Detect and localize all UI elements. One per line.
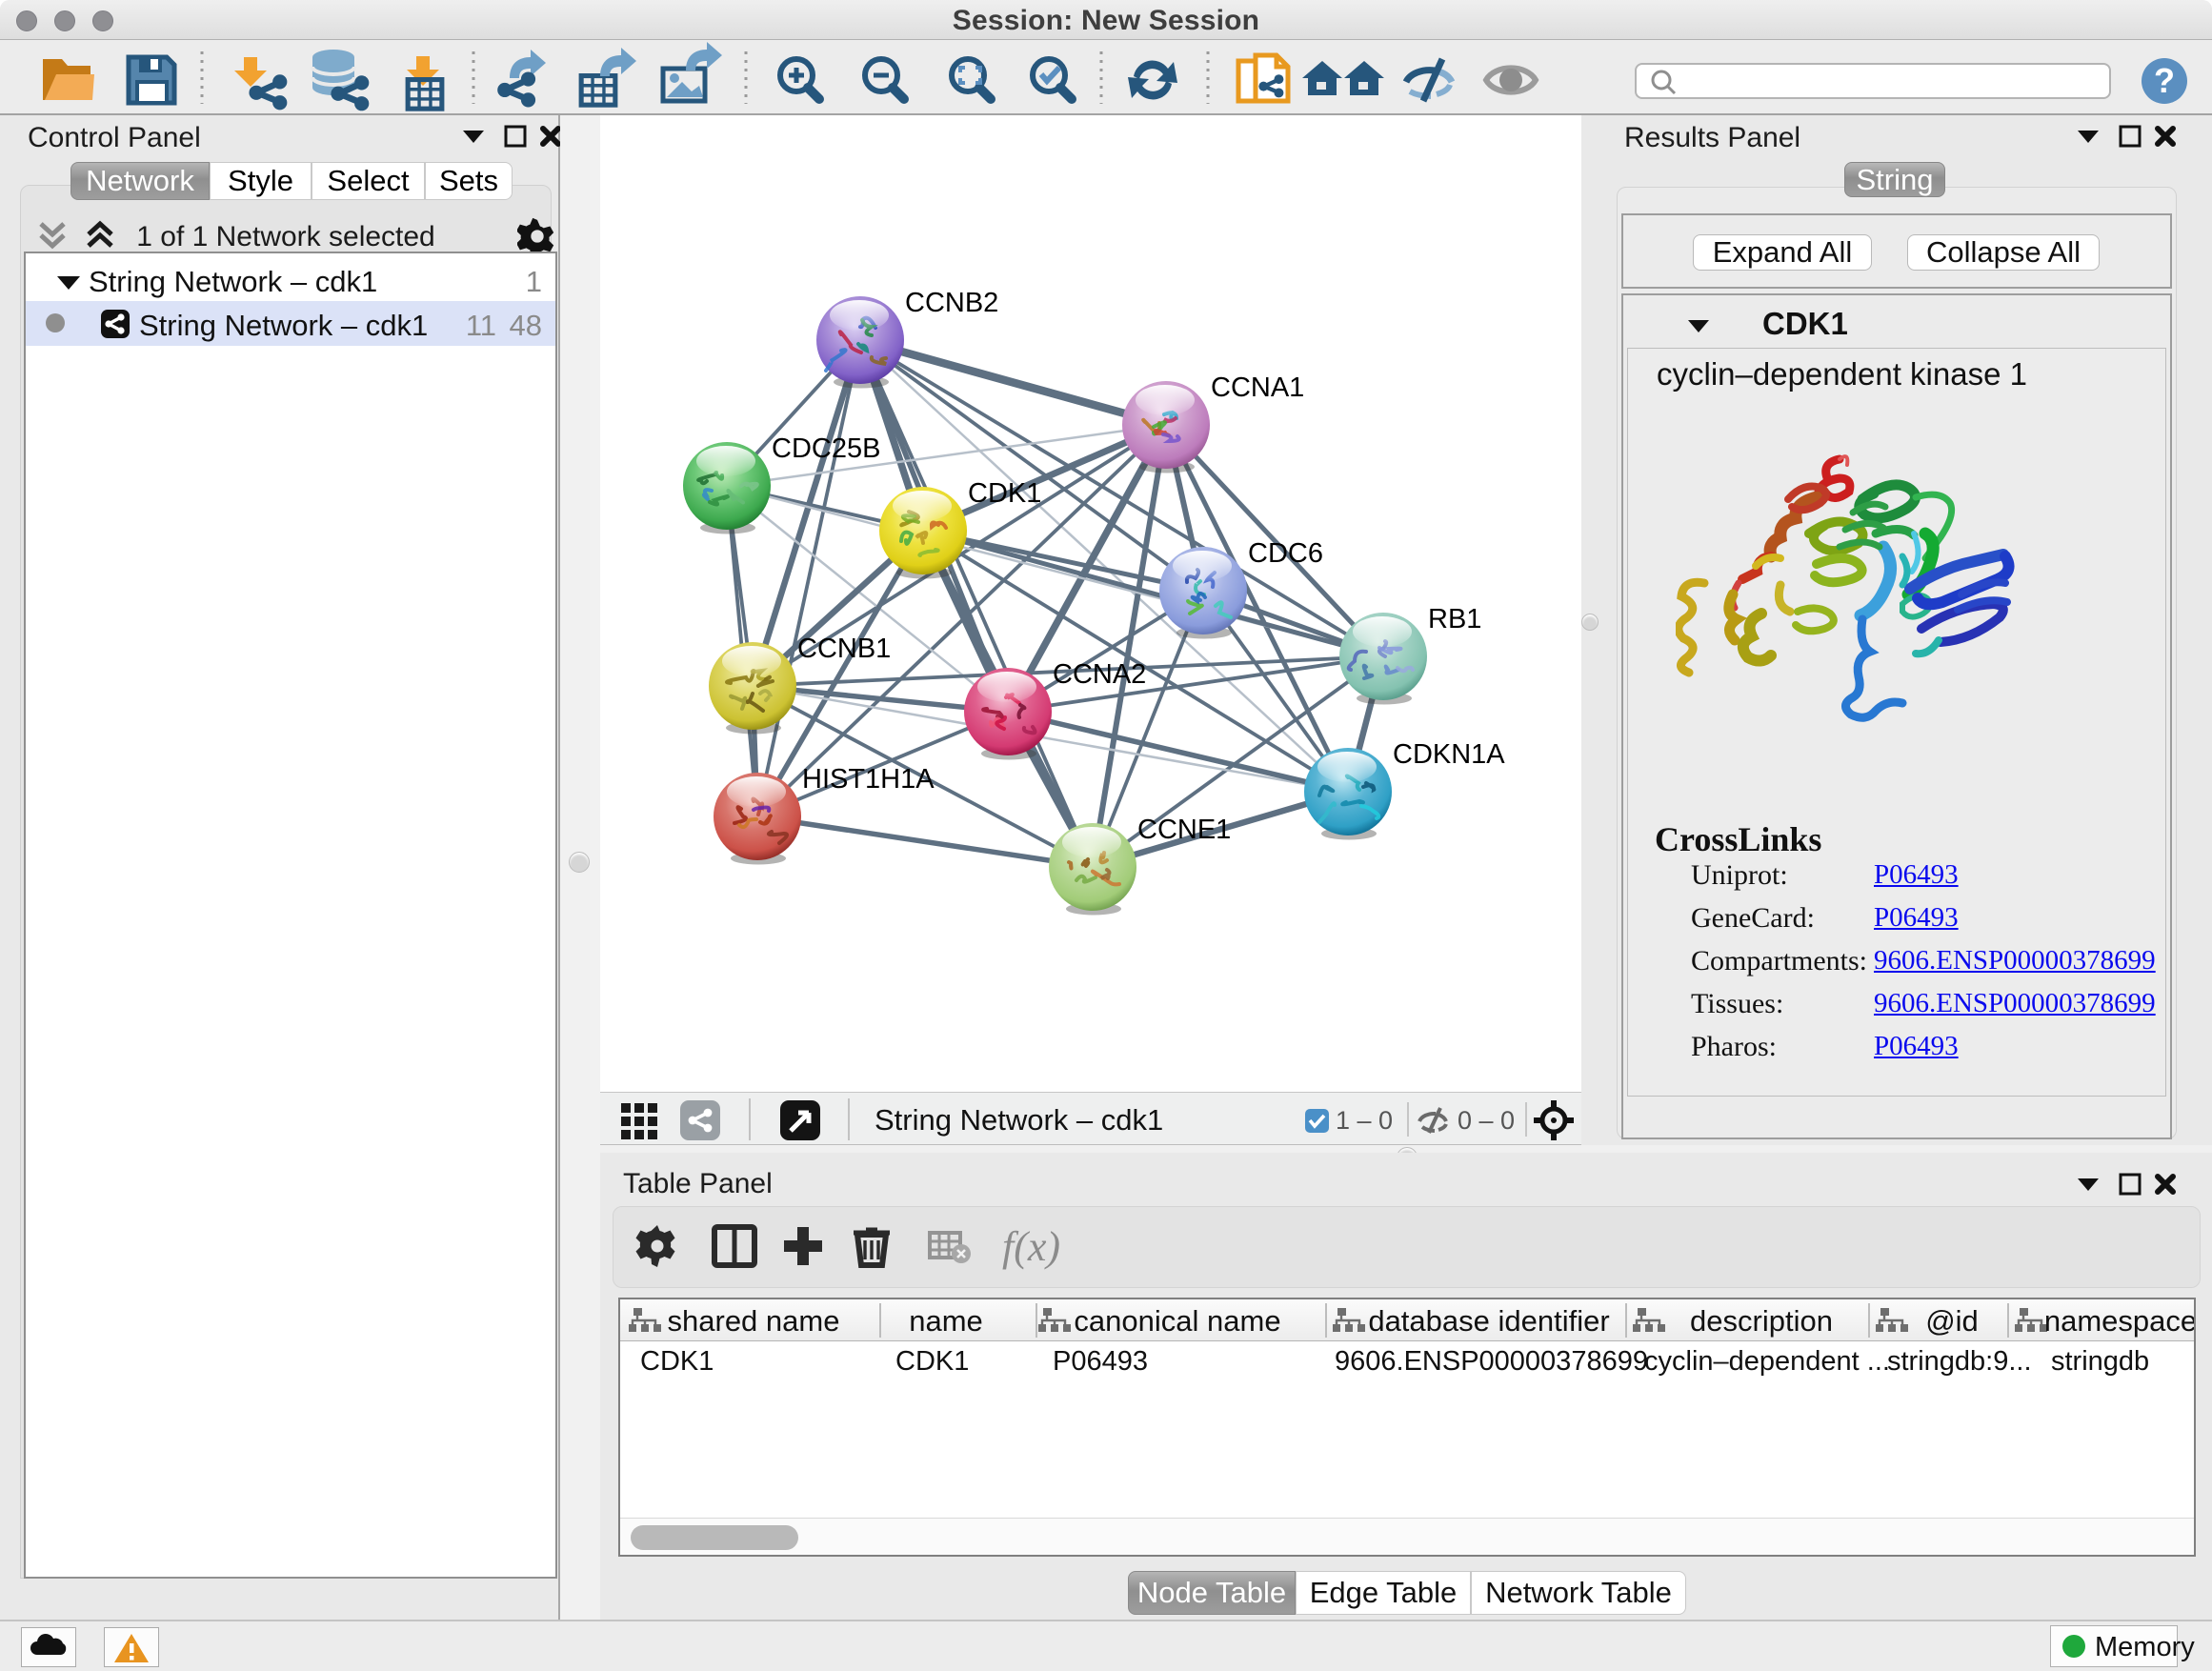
svg-text:CCNE1: CCNE1 — [1137, 815, 1231, 845]
svg-text:String Network – cdk1: String Network – cdk1 — [875, 1103, 1163, 1137]
svg-text:shared name: shared name — [668, 1304, 840, 1338]
svg-text:?: ? — [2154, 61, 2175, 100]
svg-text:name: name — [909, 1304, 983, 1338]
svg-text:CCNB2: CCNB2 — [905, 288, 998, 318]
svg-text:HIST1H1A: HIST1H1A — [802, 764, 935, 795]
svg-text:CCNA1: CCNA1 — [1211, 372, 1304, 403]
svg-text:f(x): f(x) — [1002, 1223, 1060, 1270]
svg-text:CDC25B: CDC25B — [772, 433, 880, 464]
svg-text:database identifier: database identifier — [1368, 1304, 1609, 1338]
svg-text:CDKN1A: CDKN1A — [1393, 739, 1505, 770]
svg-text:CDC6: CDC6 — [1248, 538, 1323, 569]
svg-text:1 – 0: 1 – 0 — [1336, 1106, 1393, 1135]
svg-text:CCNB1: CCNB1 — [797, 634, 891, 664]
svg-text:canonical name: canonical name — [1074, 1304, 1280, 1338]
svg-text:CDK1: CDK1 — [968, 478, 1041, 509]
svg-text:CCNA2: CCNA2 — [1053, 659, 1146, 690]
svg-text:RB1: RB1 — [1428, 604, 1481, 634]
svg-text:namespace: namespace — [2044, 1304, 2194, 1338]
svg-text:@id: @id — [1925, 1304, 1979, 1338]
svg-text:description: description — [1690, 1304, 1833, 1338]
svg-text:0 – 0: 0 – 0 — [1458, 1106, 1515, 1135]
